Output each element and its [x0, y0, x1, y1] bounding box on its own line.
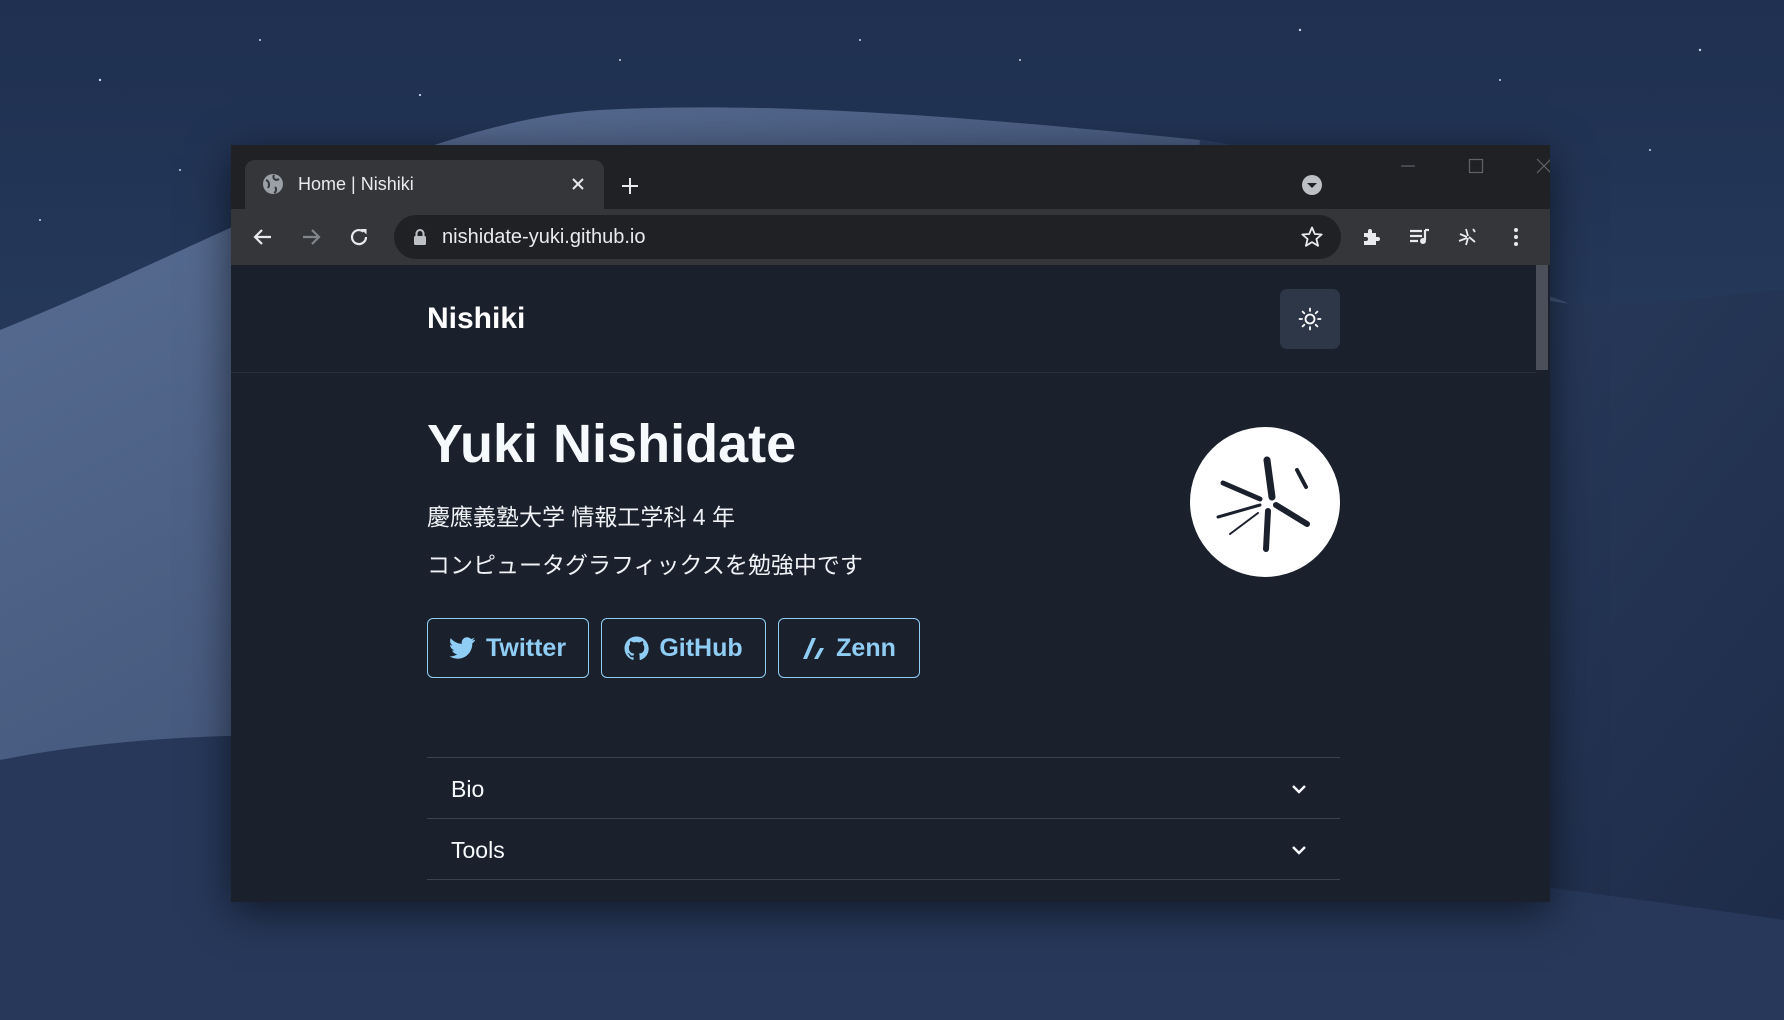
profile-tagline: コンピュータグラフィックスを勉強中です	[427, 552, 863, 578]
tab-close-icon[interactable]	[567, 173, 589, 195]
chevron-down-icon	[1292, 846, 1306, 855]
scrollbar-track[interactable]	[1536, 265, 1550, 902]
theme-toggle-button[interactable]	[1280, 289, 1340, 349]
tab-home[interactable]: Home | Nishiki	[245, 160, 604, 209]
playlist-icon	[1410, 228, 1429, 244]
close-icon	[1536, 158, 1550, 174]
avatar	[1190, 427, 1340, 577]
github-link-button[interactable]: GitHub	[601, 618, 766, 678]
lock-icon	[414, 229, 426, 245]
accordion-divider	[427, 879, 1340, 880]
accordion-tools-label: Tools	[451, 837, 505, 863]
site-brand[interactable]: Nishiki	[427, 301, 525, 337]
scrollbar-thumb[interactable]	[1536, 265, 1548, 370]
profile-affiliation: 慶應義塾大学 情報工学科 4 年	[427, 504, 735, 530]
accordion-bio-label: Bio	[451, 776, 485, 802]
plus-icon	[622, 178, 638, 194]
address-bar[interactable]: nishidate-yuki.github.io	[394, 215, 1341, 259]
back-button[interactable]	[244, 218, 282, 256]
chevron-down-icon	[1292, 785, 1306, 794]
extensions-button[interactable]	[1353, 218, 1391, 256]
new-tab-button[interactable]	[613, 169, 647, 203]
twitter-link-label: Twitter	[485, 633, 567, 662]
globe-icon	[262, 173, 284, 195]
nishiki-logo-icon	[1458, 228, 1476, 246]
browser-window: Home | Nishiki nishidate-yuki.github.io …	[231, 145, 1550, 902]
nishiki-logo-icon	[1216, 456, 1310, 552]
maximize-icon	[1468, 158, 1484, 174]
tab-search-button[interactable]	[1297, 170, 1327, 200]
forward-button[interactable]	[292, 218, 330, 256]
twitter-icon	[449, 637, 475, 659]
github-link-label: GitHub	[659, 633, 743, 662]
arrow-right-icon	[303, 229, 321, 245]
tab-title: Home | Nishiki	[298, 174, 414, 194]
tab-strip: Home | Nishiki	[231, 145, 1550, 209]
browser-toolbar: nishidate-yuki.github.io	[231, 209, 1550, 265]
accordion-tools[interactable]: Tools	[427, 818, 1340, 880]
minimize-icon	[1401, 165, 1415, 167]
puzzle-icon	[1364, 229, 1380, 245]
url-text: nishidate-yuki.github.io	[442, 226, 646, 248]
close-window-button[interactable]	[1511, 145, 1550, 187]
arrow-left-icon	[253, 229, 271, 245]
menu-button[interactable]	[1497, 218, 1535, 256]
zenn-link-label: Zenn	[836, 633, 896, 662]
github-icon	[624, 636, 650, 660]
accordion-bio[interactable]: Bio	[427, 757, 1340, 819]
page-viewport: Nishiki Yuki Nishidate 慶應義塾大学 情報工学科 4 年 …	[231, 265, 1550, 902]
maximize-button[interactable]	[1443, 145, 1509, 187]
site-header: Nishiki	[231, 265, 1536, 373]
reload-button[interactable]	[340, 218, 378, 256]
profile-name: Yuki Nishidate	[427, 414, 797, 474]
zenn-icon	[803, 638, 825, 659]
kebab-menu-icon	[1514, 228, 1518, 246]
minimize-button[interactable]	[1375, 145, 1441, 187]
media-controls-button[interactable]	[1401, 218, 1439, 256]
zenn-link-button[interactable]: Zenn	[778, 618, 920, 678]
bookmark-star-icon[interactable]	[1300, 225, 1324, 249]
chevron-down-circle-icon	[1302, 175, 1322, 195]
twitter-link-button[interactable]: Twitter	[427, 618, 589, 678]
sun-icon	[1298, 307, 1322, 331]
profile-avatar-button[interactable]	[1449, 218, 1487, 256]
reload-icon	[350, 228, 368, 246]
